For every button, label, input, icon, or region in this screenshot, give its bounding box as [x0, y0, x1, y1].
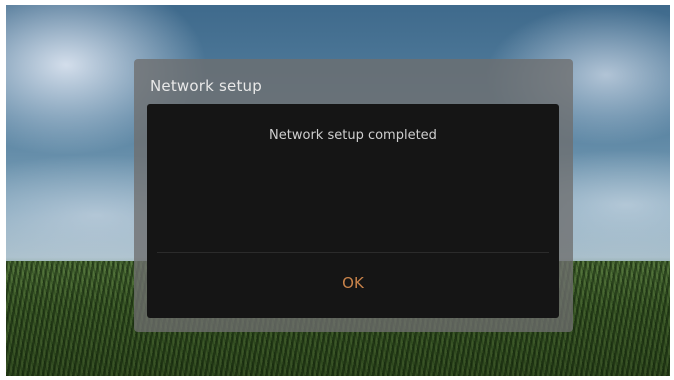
dialog-body: Network setup completed OK — [147, 104, 559, 318]
dialog-message: Network setup completed — [269, 128, 437, 143]
tv-screen: Network setup Network setup completed OK — [6, 5, 670, 376]
ok-button[interactable]: OK — [303, 268, 403, 298]
dialog-divider — [157, 252, 549, 253]
dialog-title: Network setup — [150, 77, 262, 95]
network-setup-dialog: Network setup Network setup completed OK — [134, 59, 573, 332]
